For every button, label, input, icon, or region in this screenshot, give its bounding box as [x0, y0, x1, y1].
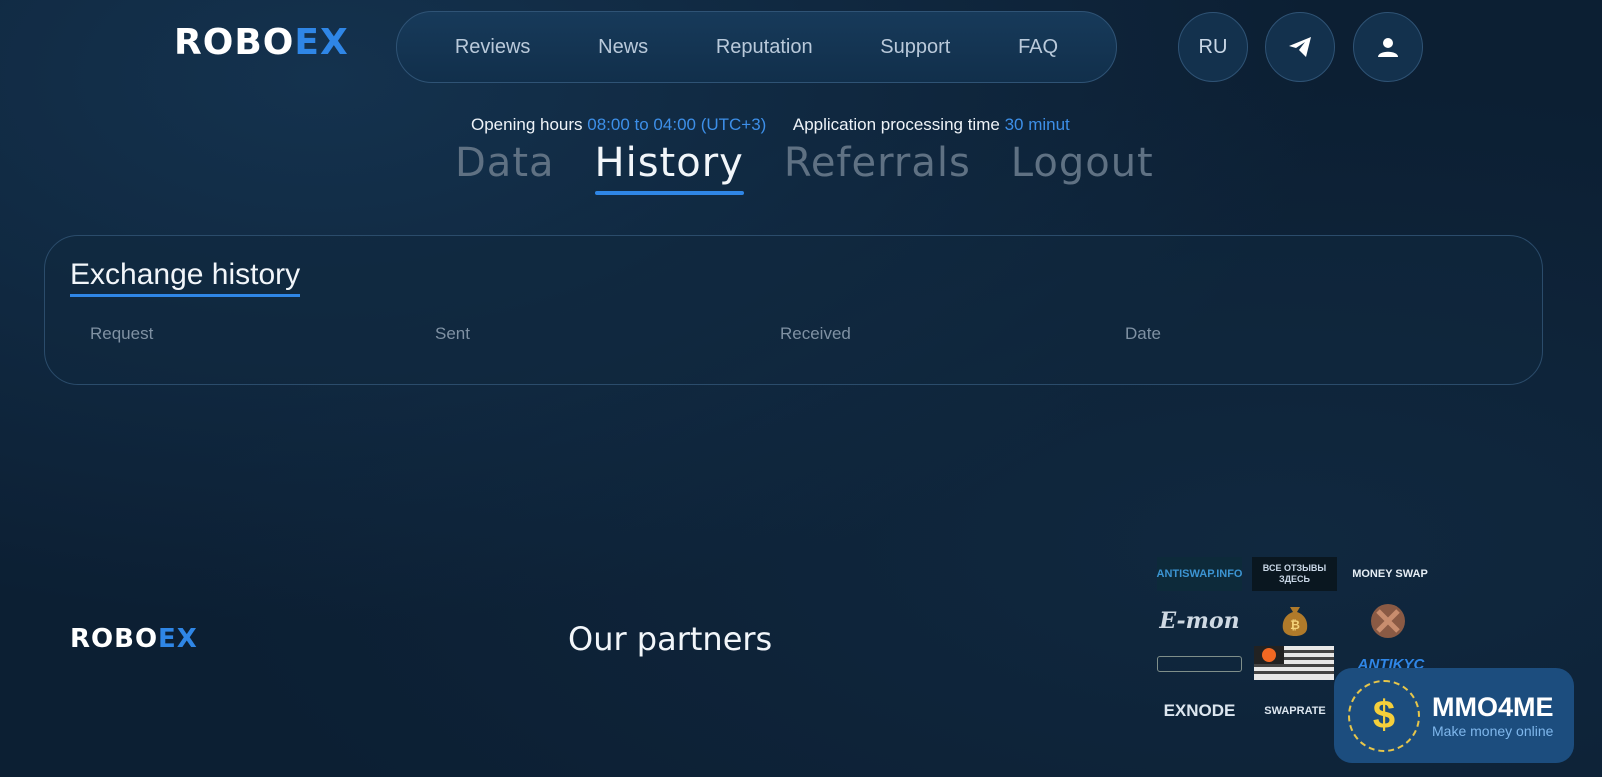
partner-emon[interactable]: E-mon: [1157, 604, 1242, 638]
logo-part1: ROBO: [174, 22, 295, 63]
panel-title: Exchange history: [70, 258, 301, 297]
tab-logout[interactable]: Logout: [1011, 140, 1154, 190]
logo-part1: ROBO: [70, 624, 159, 654]
nav-reviews[interactable]: Reviews: [455, 36, 531, 59]
user-icon: [1378, 38, 1398, 57]
svg-text:₿: ₿: [1290, 618, 1300, 632]
partner-moneyswap[interactable]: MONEY SWAP: [1346, 560, 1434, 588]
tab-referrals[interactable]: Referrals: [784, 140, 971, 190]
telegram-button[interactable]: [1265, 12, 1335, 82]
watermark-title: MMO4ME: [1432, 692, 1554, 722]
money-bag-icon: ₿: [1282, 607, 1308, 636]
nav-faq[interactable]: FAQ: [1018, 36, 1058, 59]
nav-news[interactable]: News: [598, 36, 648, 59]
logo-part2: EX: [158, 624, 198, 654]
partner-emblem[interactable]: [1370, 603, 1406, 639]
partner-monero-flag[interactable]: [1254, 646, 1334, 680]
column-received: Received: [780, 324, 851, 343]
partner-exnode[interactable]: EXNODE: [1157, 698, 1242, 724]
nav-reputation[interactable]: Reputation: [716, 36, 813, 59]
exchange-history-panel: Exchange history Request Sent Received D…: [44, 235, 1543, 385]
paper-plane-icon: [1289, 37, 1311, 57]
watermark-subtitle: Make money online: [1432, 723, 1554, 739]
roboex-logo[interactable]: ROBOEX: [174, 22, 349, 63]
partners-title: Our partners: [568, 620, 773, 658]
tab-history[interactable]: History: [594, 140, 745, 195]
emblem-icon: [1371, 604, 1405, 638]
monero-flag-icon: [1254, 646, 1334, 680]
hours-value: 08:00 to 04:00 (UTC+3): [587, 115, 767, 134]
account-tabs: Data History Referrals Logout: [455, 140, 1154, 195]
partner-antiswap[interactable]: ANTISWAP.INFO: [1157, 557, 1243, 591]
processing-label: Application processing time: [792, 115, 1000, 134]
partner-badge[interactable]: [1157, 656, 1242, 672]
partner-reviews[interactable]: ВСЕ ОТЗЫВЫ ЗДЕСЬ: [1252, 557, 1337, 591]
dollar-coin-icon: $: [1348, 679, 1420, 752]
column-date: Date: [1125, 324, 1161, 343]
opening-hours-bar: Opening hours 08:00 to 04:00 (UTC+3) App…: [471, 115, 1070, 135]
column-request: Request: [90, 324, 154, 343]
processing-value: 30 minut: [1004, 115, 1070, 134]
table-header: Request Sent Received Date: [90, 324, 1470, 344]
partner-bitcoin-bag[interactable]: ₿: [1280, 603, 1310, 637]
mmo4me-watermark: $ MMO4ME Make money online: [1334, 668, 1574, 763]
tab-data[interactable]: Data: [455, 140, 555, 190]
main-nav: Reviews News Reputation Support FAQ: [396, 11, 1117, 83]
nav-support[interactable]: Support: [880, 36, 950, 59]
account-button[interactable]: [1353, 12, 1423, 82]
language-button[interactable]: RU: [1178, 12, 1248, 82]
hours-label: Opening hours: [471, 115, 583, 134]
partner-swaprate[interactable]: SWAPRATE: [1254, 698, 1336, 724]
column-sent: Sent: [435, 324, 470, 343]
footer-logo[interactable]: ROBOEX: [70, 624, 198, 654]
logo-part2: EX: [294, 22, 349, 63]
